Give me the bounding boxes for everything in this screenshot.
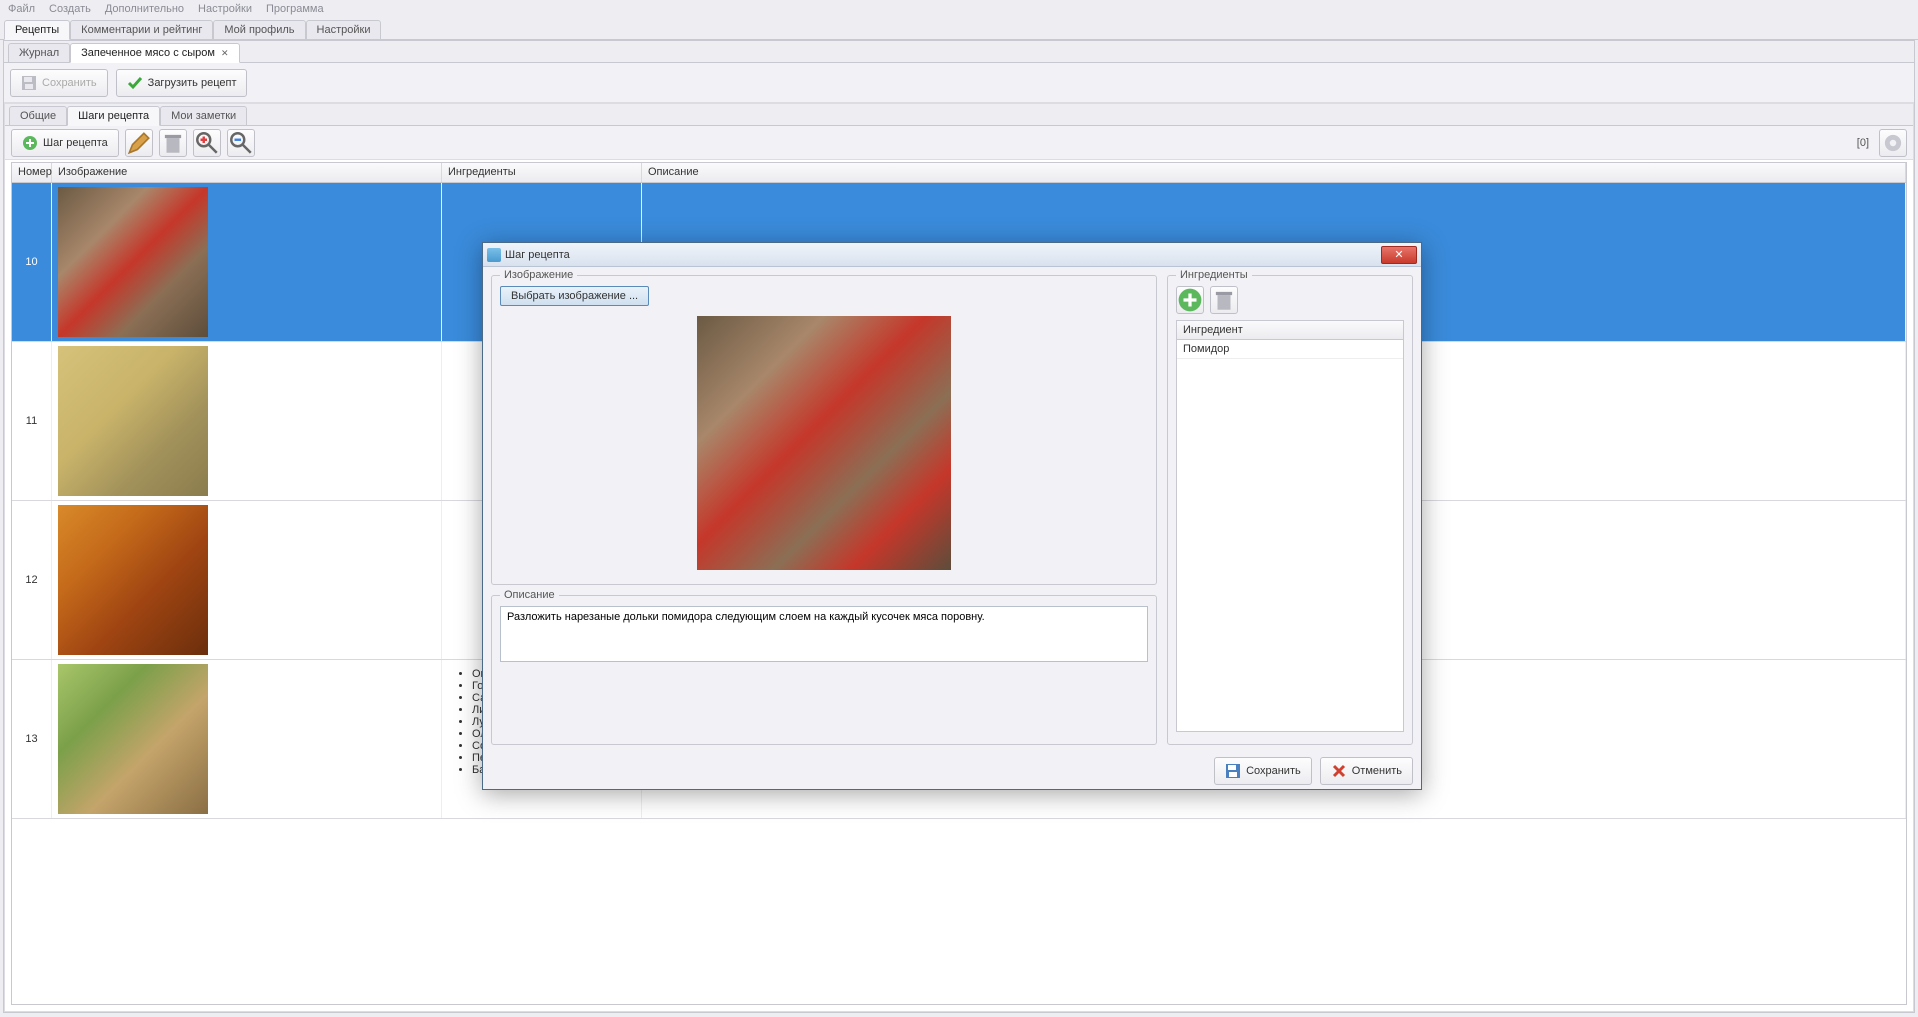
ingredients-list: Ингредиент Помидор: [1176, 320, 1404, 732]
select-image-button[interactable]: Выбрать изображение ...: [500, 286, 649, 306]
cell-number: 13: [12, 660, 52, 818]
edit-button[interactable]: [125, 129, 153, 157]
trash-icon: [1211, 287, 1237, 313]
add-ingredient-button[interactable]: [1176, 286, 1204, 314]
cell-image: [52, 183, 442, 341]
recipe-toolbar: Сохранить Загрузить рецепт: [4, 63, 1914, 103]
pencil-icon: [126, 130, 152, 156]
step-toolbar: Шаг рецепта [0]: [5, 126, 1913, 160]
menubar: Файл Создать Дополнительно Настройки Про…: [0, 0, 1918, 18]
add-step-label: Шаг рецепта: [43, 137, 108, 149]
save-button-label: Сохранить: [42, 77, 97, 89]
menu-file[interactable]: Файл: [4, 2, 39, 16]
dialog-cancel-label: Отменить: [1352, 765, 1402, 777]
plus-icon: [1177, 287, 1203, 313]
table-header: Номер Изображение Ингредиенты Описание: [12, 163, 1906, 183]
description-legend: Описание: [500, 589, 559, 601]
close-icon: ✕: [1394, 248, 1403, 261]
floppy-icon: [1225, 763, 1241, 779]
dialog-icon: [487, 248, 501, 262]
header-number[interactable]: Номер: [12, 163, 52, 182]
dialog-save-label: Сохранить: [1246, 765, 1301, 777]
ingredient-header[interactable]: Ингредиент: [1177, 321, 1403, 340]
cell-image: [52, 342, 442, 500]
delete-ingredient-button[interactable]: [1210, 286, 1238, 314]
cell-number: 11: [12, 342, 52, 500]
load-recipe-button[interactable]: Загрузить рецепт: [116, 69, 248, 97]
add-step-button[interactable]: Шаг рецепта: [11, 129, 119, 157]
tab-comments[interactable]: Комментарии и рейтинг: [70, 20, 213, 39]
subtab-steps[interactable]: Шаги рецепта: [67, 106, 160, 126]
load-recipe-label: Загрузить рецепт: [148, 77, 237, 89]
subtab-general[interactable]: Общие: [9, 106, 67, 125]
ingredients-legend: Ингредиенты: [1176, 269, 1252, 281]
floppy-icon: [21, 75, 37, 91]
subtab-notes[interactable]: Мои заметки: [160, 106, 247, 125]
trash-icon: [160, 130, 186, 156]
cell-image: [52, 660, 442, 818]
zoom-in-button[interactable]: [193, 129, 221, 157]
gear-button[interactable]: [1879, 129, 1907, 157]
image-preview: [697, 316, 951, 570]
dialog-footer: Сохранить Отменить: [483, 753, 1421, 789]
image-fieldset: Изображение Выбрать изображение ...: [491, 275, 1157, 585]
header-ingredients[interactable]: Ингредиенты: [442, 163, 642, 182]
step-thumbnail: [58, 664, 208, 814]
header-image[interactable]: Изображение: [52, 163, 442, 182]
save-button[interactable]: Сохранить: [10, 69, 108, 97]
dialog-titlebar[interactable]: Шаг рецепта ✕: [483, 243, 1421, 267]
step-dialog: Шаг рецепта ✕ Изображение Выбрать изобра…: [482, 242, 1422, 790]
dialog-save-button[interactable]: Сохранить: [1214, 757, 1312, 785]
document-tabs: Журнал Запеченное мясо с сыром ✕: [4, 41, 1914, 63]
zoom-in-icon: [194, 130, 220, 156]
image-legend: Изображение: [500, 269, 577, 281]
cancel-icon: [1331, 763, 1347, 779]
dialog-cancel-button[interactable]: Отменить: [1320, 757, 1413, 785]
app-window: Файл Создать Дополнительно Настройки Про…: [0, 0, 1918, 1017]
step-counter: [0]: [1857, 137, 1869, 149]
ingredient-row[interactable]: Помидор: [1177, 340, 1403, 359]
menu-program[interactable]: Программа: [262, 2, 328, 16]
dialog-left-column: Изображение Выбрать изображение ... Опис…: [491, 275, 1157, 745]
tab-settings[interactable]: Настройки: [306, 20, 382, 39]
header-description[interactable]: Описание: [642, 163, 1906, 182]
dialog-body: Изображение Выбрать изображение ... Опис…: [483, 267, 1421, 753]
dialog-close-button[interactable]: ✕: [1381, 246, 1417, 264]
description-textarea[interactable]: [500, 606, 1148, 662]
gear-icon: [1880, 130, 1906, 156]
step-thumbnail: [58, 346, 208, 496]
description-fieldset: Описание: [491, 595, 1157, 745]
doc-tab-recipe[interactable]: Запеченное мясо с сыром ✕: [70, 43, 239, 63]
cell-image: [52, 501, 442, 659]
menu-create[interactable]: Создать: [45, 2, 95, 16]
doc-tab-recipe-label: Запеченное мясо с сыром: [81, 47, 215, 59]
plus-icon: [22, 135, 38, 151]
tab-profile[interactable]: Мой профиль: [213, 20, 305, 39]
zoom-out-icon: [228, 130, 254, 156]
ingredients-fieldset: Ингредиенты Ингредиент Помидор: [1167, 275, 1413, 745]
dialog-right-column: Ингредиенты Ингредиент Помидор: [1167, 275, 1413, 745]
doc-tab-journal[interactable]: Журнал: [8, 43, 70, 62]
sub-tabs: Общие Шаги рецепта Мои заметки: [5, 104, 1913, 126]
close-icon[interactable]: ✕: [221, 48, 229, 59]
dialog-title: Шаг рецепта: [505, 249, 570, 261]
tab-recipes[interactable]: Рецепты: [4, 20, 70, 40]
step-thumbnail: [58, 187, 208, 337]
check-icon: [127, 75, 143, 91]
menu-settings[interactable]: Настройки: [194, 2, 256, 16]
cell-number: 12: [12, 501, 52, 659]
delete-button[interactable]: [159, 129, 187, 157]
step-thumbnail: [58, 505, 208, 655]
zoom-out-button[interactable]: [227, 129, 255, 157]
menu-extra[interactable]: Дополнительно: [101, 2, 188, 16]
ingredients-toolbar: [1176, 286, 1404, 314]
main-tabs: Рецепты Комментарии и рейтинг Мой профил…: [0, 18, 1918, 40]
cell-number: 10: [12, 183, 52, 341]
